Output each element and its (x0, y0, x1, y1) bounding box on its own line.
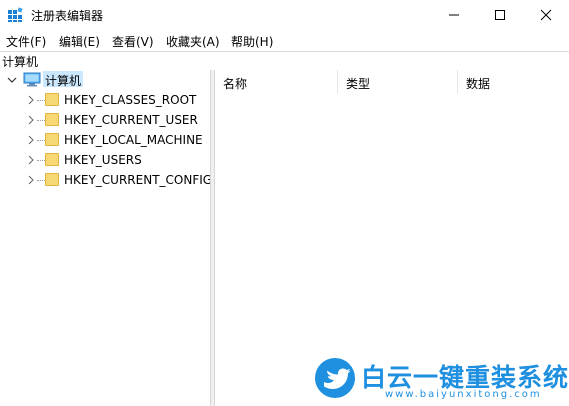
bird-icon (324, 368, 351, 389)
tree-item-label: HKEY_CLASSES_ROOT (64, 93, 197, 107)
minimize-icon (449, 14, 459, 16)
registry-editor-icon (8, 7, 23, 22)
column-header-label: 类型 (346, 77, 371, 91)
chevron-right-icon[interactable] (26, 135, 36, 145)
minimize-button[interactable] (431, 0, 477, 30)
menu-help[interactable]: 帮助(H) (231, 32, 273, 51)
folder-icon (45, 133, 59, 146)
tree-item-hkey-users[interactable]: HKEY_USERS (0, 150, 210, 170)
watermark: 白云一键重装系统 www.baiyunxitong.com (315, 356, 568, 402)
computer-icon (23, 72, 41, 87)
chevron-right-icon[interactable] (26, 115, 36, 125)
tree-item-computer[interactable]: 计算机 (0, 70, 210, 90)
bird-logo-icon (315, 358, 355, 398)
folder-icon (45, 113, 59, 126)
title-bar: 注册表编辑器 (0, 0, 569, 30)
tree-item-hkey-current-user[interactable]: HKEY_CURRENT_USER (0, 110, 210, 130)
column-header-name[interactable]: 名称 (215, 70, 338, 94)
tree-item-hkey-current-config[interactable]: HKEY_CURRENT_CONFIG (0, 170, 210, 190)
folder-icon (45, 173, 59, 186)
column-header-type[interactable]: 类型 (338, 70, 458, 94)
tree-item-hkey-classes-root[interactable]: HKEY_CLASSES_ROOT (0, 90, 210, 110)
chevron-right-icon[interactable] (26, 155, 36, 165)
address-bar[interactable]: 计算机 (0, 51, 569, 71)
chevron-right-icon[interactable] (26, 175, 36, 185)
watermark-url: www.baiyunxitong.com (385, 389, 542, 400)
column-header-label: 数据 (466, 77, 491, 91)
menu-view[interactable]: 查看(V) (112, 32, 154, 51)
maximize-icon (495, 10, 505, 20)
chevron-right-icon[interactable] (26, 95, 36, 105)
tree-connector (37, 100, 45, 101)
maximize-button[interactable] (477, 0, 523, 30)
column-header-label: 名称 (223, 77, 248, 91)
tree-pane: 计算机 HKEY_CLASSES_ROOT HKEY_CURRENT_USER … (0, 70, 210, 406)
close-icon (540, 9, 552, 21)
tree-connector (37, 120, 45, 121)
tree-connector (37, 180, 45, 181)
tree-item-label: HKEY_USERS (64, 153, 142, 167)
tree-item-label: HKEY_CURRENT_CONFIG (64, 173, 210, 187)
tree-item-label: HKEY_LOCAL_MACHINE (64, 133, 203, 147)
tree-connector (37, 140, 45, 141)
menu-favorites[interactable]: 收藏夹(A) (166, 32, 220, 51)
address-path: 计算机 (2, 55, 39, 69)
close-button[interactable] (523, 0, 569, 30)
chevron-down-icon[interactable] (7, 75, 17, 85)
menu-edit[interactable]: 编辑(E) (59, 32, 100, 51)
menu-bar: 文件(F) 编辑(E) 查看(V) 收藏夹(A) 帮助(H) (0, 30, 569, 50)
folder-icon (45, 153, 59, 166)
column-header-data[interactable]: 数据 (458, 70, 569, 94)
tree-connector (37, 160, 45, 161)
tree-item-hkey-local-machine[interactable]: HKEY_LOCAL_MACHINE (0, 130, 210, 150)
menu-file[interactable]: 文件(F) (6, 32, 46, 51)
folder-icon (45, 93, 59, 106)
tree-item-label: 计算机 (45, 74, 82, 88)
window-title: 注册表编辑器 (31, 9, 104, 23)
tree-item-label: HKEY_CURRENT_USER (64, 113, 198, 127)
